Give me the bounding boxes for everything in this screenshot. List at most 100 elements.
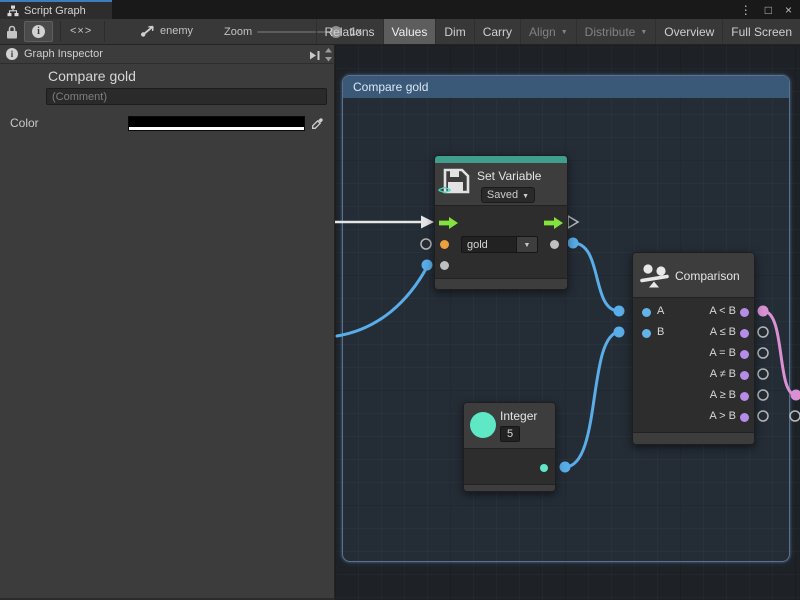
node-footer: [435, 278, 567, 289]
node-footer: [464, 484, 555, 491]
info-icon: i: [32, 25, 45, 38]
variable-name-dropdown-button[interactable]: ▼: [517, 236, 538, 253]
integer-value-field[interactable]: 5: [500, 426, 520, 442]
output-label-less: A < B: [709, 305, 736, 317]
variable-name-port[interactable]: [440, 240, 449, 249]
dock-panel-icon[interactable]: [308, 50, 321, 61]
graph-canvas[interactable]: Compare gold: [335, 45, 800, 600]
chevron-down-icon: ▼: [524, 242, 531, 249]
graph-reference[interactable]: enemy: [140, 25, 193, 37]
output-port-less[interactable]: [740, 308, 749, 317]
unconnected-port-indicator[interactable]: [758, 390, 768, 400]
window-menu-icon[interactable]: ⋮: [740, 4, 752, 16]
distribute-dropdown-button[interactable]: Distribute▼: [576, 19, 656, 44]
output-port-less-equal[interactable]: [740, 329, 749, 338]
unconnected-port-indicator[interactable]: [758, 348, 768, 358]
subgraph-icon: [140, 25, 155, 37]
color-swatch[interactable]: [128, 116, 305, 131]
output-label-greater: A > B: [709, 410, 736, 422]
wire-cap: [791, 390, 800, 401]
node-title: Comparison: [675, 269, 740, 283]
tab-script-graph[interactable]: Script Graph: [0, 0, 112, 19]
align-dropdown-button[interactable]: Align▼: [520, 19, 576, 44]
code-view-icon[interactable]: <×>: [70, 25, 92, 37]
window-close-icon[interactable]: ×: [785, 4, 792, 16]
unconnected-port-indicator[interactable]: [758, 411, 768, 421]
comparison-scales-icon: [640, 262, 670, 289]
output-port-equal[interactable]: [740, 350, 749, 359]
unconnected-port-indicator[interactable]: [758, 369, 768, 379]
wire-integer-to-comparison-b[interactable]: [565, 332, 619, 467]
lock-icon[interactable]: [5, 24, 19, 45]
node-set-variable[interactable]: <> Set Variable Saved▼ gold ▼: [434, 155, 568, 290]
input-label-b: B: [657, 326, 664, 338]
wire-offscreen-to-setvar[interactable]: [337, 267, 427, 336]
toolbar-separator: [104, 21, 105, 42]
output-label-less-equal: A ≤ B: [710, 326, 736, 338]
output-port-greater[interactable]: [740, 413, 749, 422]
node-comparison[interactable]: Comparison A B A < B A ≤ B A = B A ≠ B A…: [632, 252, 755, 445]
node-footer: [633, 432, 754, 444]
input-port-b[interactable]: [642, 329, 651, 338]
graph-title: Compare gold: [48, 68, 136, 84]
variable-code-glyph: <>: [438, 183, 450, 197]
toolbar-separator: [60, 21, 61, 42]
tab-title: Script Graph: [24, 5, 86, 17]
input-label-a: A: [657, 305, 664, 317]
value-in-port[interactable]: [440, 261, 449, 270]
info-icon: i: [6, 48, 18, 60]
window-tab-bar: Script Graph ⋮ □ ×: [0, 0, 800, 19]
wire-cap: [614, 327, 625, 338]
unconnected-port-indicator[interactable]: [421, 239, 431, 249]
window-maximize-icon[interactable]: □: [765, 4, 772, 16]
relations-button[interactable]: Relations: [316, 19, 383, 44]
output-label-equal: A = B: [709, 347, 736, 359]
variable-name-dropdown[interactable]: gold: [461, 236, 517, 253]
node-integer[interactable]: Integer 5: [463, 402, 556, 492]
wire-cap: [422, 260, 433, 271]
value-out-port[interactable]: [550, 240, 559, 249]
integer-literal-icon: [470, 412, 496, 438]
fullscreen-button[interactable]: Full Screen: [722, 19, 800, 44]
graph-hierarchy-icon: [7, 5, 19, 17]
chevron-down-icon: ▼: [522, 193, 529, 200]
node-title: Set Variable: [477, 169, 541, 183]
output-label-greater-equal: A ≥ B: [710, 389, 736, 401]
panel-resize-spinner[interactable]: [324, 47, 333, 63]
color-label: Color: [10, 116, 39, 130]
eyedropper-button[interactable]: [306, 115, 329, 132]
flow-out-port[interactable]: [544, 217, 564, 229]
node-header[interactable]: Integer 5: [464, 403, 555, 449]
integer-out-port[interactable]: [540, 464, 548, 472]
eyedropper-icon: [311, 117, 324, 130]
unconnected-port-indicator[interactable]: [758, 327, 768, 337]
graph-toolbar: i <×> enemy Zoom 1x Relations Values Dim…: [0, 19, 800, 45]
unconnected-port-indicator[interactable]: [790, 411, 800, 421]
output-port-not-equal[interactable]: [740, 371, 749, 380]
chevron-down-icon: ▼: [640, 29, 647, 36]
chevron-down-icon: ▼: [561, 29, 568, 36]
values-button[interactable]: Values: [383, 19, 436, 44]
wire-cap: [614, 306, 625, 317]
overview-button[interactable]: Overview: [655, 19, 722, 44]
flow-in-port[interactable]: [439, 217, 459, 229]
carry-button[interactable]: Carry: [474, 19, 520, 44]
output-port-greater-equal[interactable]: [740, 392, 749, 401]
graph-inspector-panel: i Graph Inspector Compare gold Color: [0, 45, 335, 600]
toolbar-button-group: Relations Values Dim Carry Align▼ Distri…: [316, 19, 800, 44]
variable-scope-dropdown[interactable]: Saved▼: [481, 187, 535, 203]
node-header[interactable]: Comparison: [633, 253, 754, 298]
zoom-label: Zoom: [224, 26, 252, 38]
inspector-header-title: Graph Inspector: [24, 48, 103, 60]
node-header[interactable]: <> Set Variable Saved▼: [435, 163, 567, 206]
wire-cap: [560, 462, 571, 473]
unconnected-flow-out-indicator[interactable]: [568, 216, 578, 228]
graph-reference-label: enemy: [160, 25, 193, 37]
comment-input[interactable]: [46, 88, 327, 105]
wire-setvar-to-comparison-a[interactable]: [573, 243, 619, 311]
inspector-toggle-button[interactable]: i: [24, 21, 53, 42]
input-port-a[interactable]: [642, 308, 651, 317]
dim-button[interactable]: Dim: [435, 19, 473, 44]
inspector-header: i Graph Inspector: [0, 45, 335, 64]
node-title: Integer: [500, 409, 537, 423]
